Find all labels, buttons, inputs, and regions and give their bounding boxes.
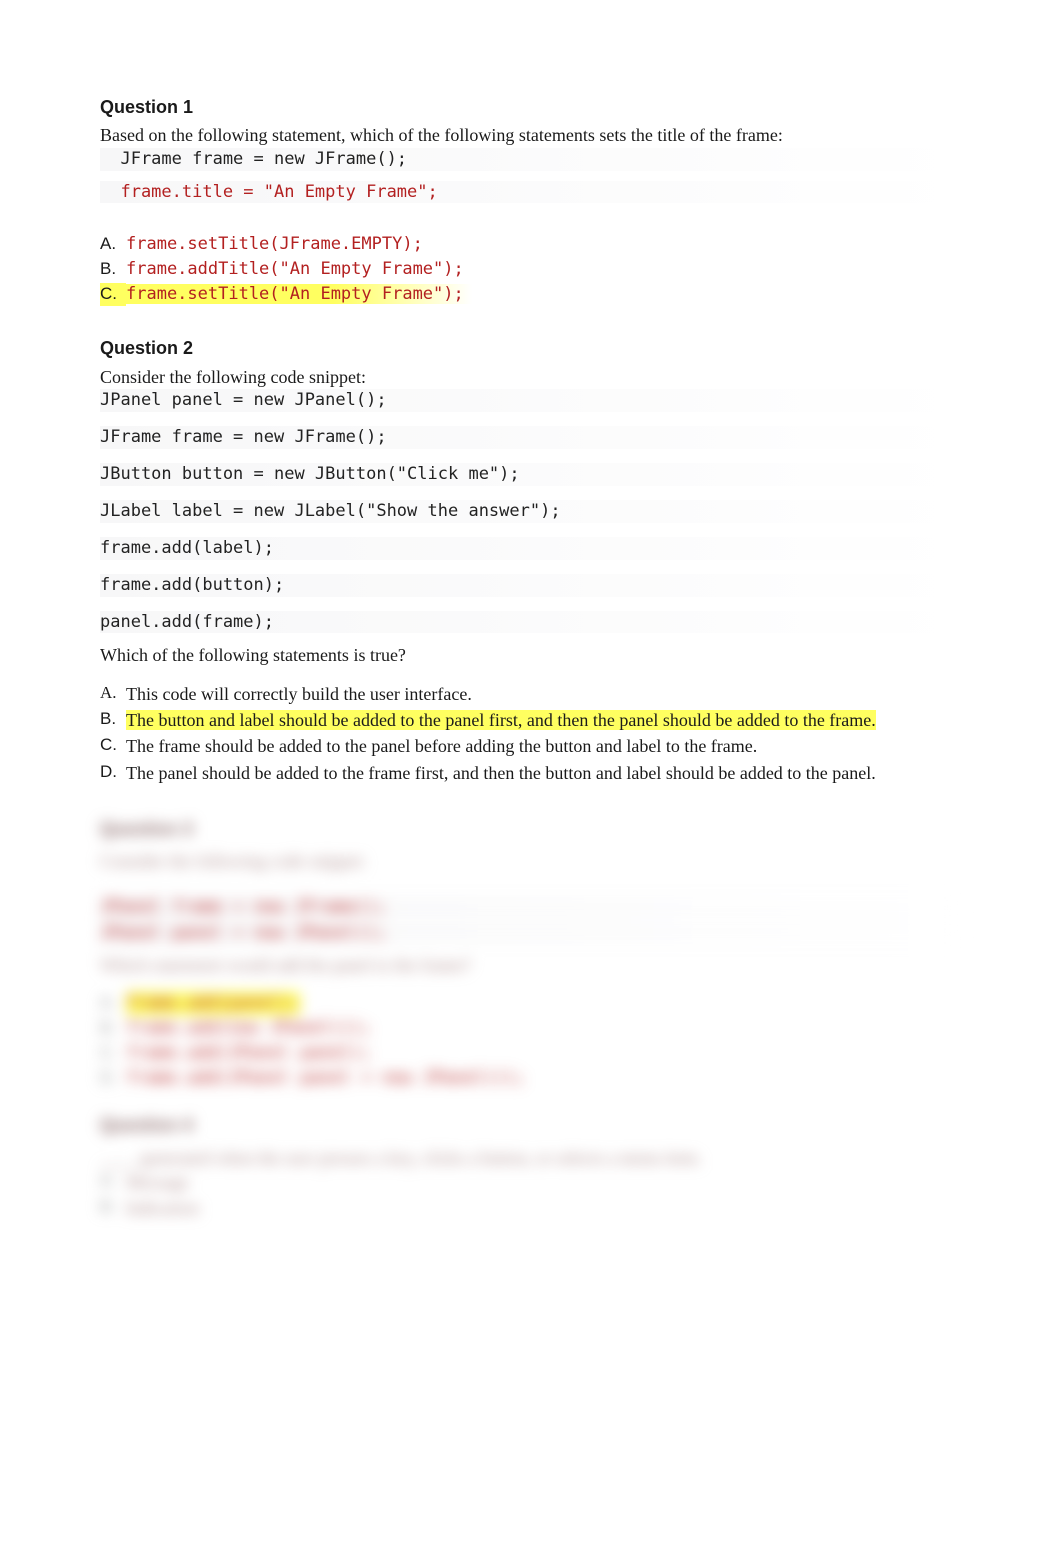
q2-code-l2: JFrame frame = new JFrame();	[100, 426, 962, 449]
q4-opt-a: A. Message	[100, 1170, 962, 1194]
highlighted-answer: The button and label should be added to …	[126, 708, 876, 732]
q2-code-l7: panel.add(frame);	[100, 611, 962, 634]
q3-title: Question 3	[100, 817, 962, 841]
q2-options: A. This code will correctly build the us…	[100, 682, 962, 785]
q3-opt-c: C. frame.add(JPanel panel);	[100, 1042, 962, 1065]
q3-code-1: JPanel frame = new JFrame();	[100, 896, 962, 919]
option-letter: C.	[100, 283, 126, 306]
option-letter: B.	[100, 258, 126, 281]
q3-opt-a: A. frame.add(panel);	[100, 992, 962, 1015]
q1-option-b: B. frame.addTitle("An Empty Frame");	[100, 258, 962, 281]
q3-prompt: Consider the following code snippet:	[100, 849, 962, 873]
option-text: frame.setTitle(JFrame.EMPTY);	[126, 233, 423, 256]
q2-code: JPanel panel = new JPanel(); JFrame fram…	[100, 389, 962, 634]
q1-code-line-2: frame.title = "An Empty Frame";	[100, 181, 962, 204]
q4-title: Question 4	[100, 1113, 962, 1137]
q2-code-l3: JButton button = new JButton("Click me")…	[100, 463, 962, 486]
q3-opt-d: D. frame.add(JPanel panel = new JPanel()…	[100, 1067, 962, 1090]
q4-prompt: ____ generated when the user presses a k…	[100, 1146, 962, 1170]
option-text: frame.addTitle("An Empty Frame");	[126, 258, 464, 281]
q2-followup: Which of the following statements is tru…	[100, 643, 962, 667]
option-text: The frame should be added to the panel b…	[126, 734, 757, 758]
q2-code-l4: JLabel label = new JLabel("Show the answ…	[100, 500, 962, 523]
option-letter: C.	[100, 734, 126, 757]
q4-opt-b: B. Indication	[100, 1196, 962, 1220]
q3-code-2: JPanel panel = new JPanel();	[100, 922, 962, 945]
question-1-prompt: Based on the following statement, which …	[100, 123, 962, 147]
q2-code-l5: frame.add(label);	[100, 537, 962, 560]
q1-option-c: C. frame.setTitle("An Empty Frame");	[100, 283, 962, 306]
q1-options: A. frame.setTitle(JFrame.EMPTY); B. fram…	[100, 233, 962, 306]
q2-option-a: A. This code will correctly build the us…	[100, 682, 962, 706]
question-1: Question 1 Based on the following statem…	[100, 95, 962, 306]
q2-code-l6: frame.add(button);	[100, 574, 962, 597]
q2-option-b: B. The button and label should be added …	[100, 708, 962, 732]
q3-opt-b: B. frame.add(new JPanel());	[100, 1017, 962, 1040]
option-text: This code will correctly build the user …	[126, 682, 472, 706]
option-letter: D.	[100, 761, 126, 784]
option-text: The panel should be added to the frame f…	[126, 761, 876, 785]
q1-code-line-1: JFrame frame = new JFrame();	[100, 148, 962, 171]
highlighted-answer: frame.setTitle("An Empty Frame");	[126, 283, 472, 306]
option-letter: A.	[100, 233, 126, 256]
option-letter: B.	[100, 708, 126, 731]
question-2-title: Question 2	[100, 336, 962, 360]
q3-follow: Which statement would add the panel to t…	[100, 953, 962, 977]
q2-option-d: D. The panel should be added to the fram…	[100, 761, 962, 785]
q2-code-l1: JPanel panel = new JPanel();	[100, 389, 962, 412]
blurred-content: Question 3 Consider the following code s…	[100, 817, 962, 1221]
question-2-prompt: Consider the following code snippet:	[100, 365, 962, 389]
option-letter: A.	[100, 682, 126, 705]
q1-option-a: A. frame.setTitle(JFrame.EMPTY);	[100, 233, 962, 256]
q2-option-c: C. The frame should be added to the pane…	[100, 734, 962, 758]
question-1-title: Question 1	[100, 95, 962, 119]
question-2: Question 2 Consider the following code s…	[100, 336, 962, 785]
